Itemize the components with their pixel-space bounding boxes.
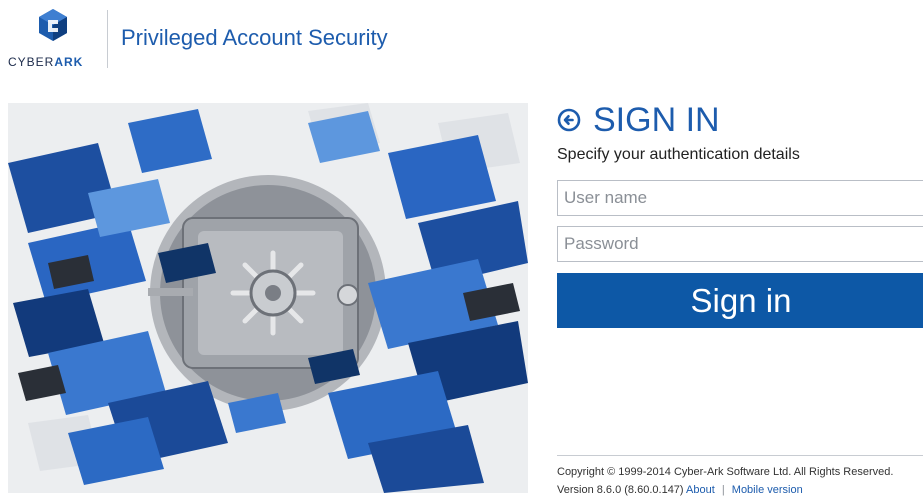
footer-divider xyxy=(557,455,923,456)
password-field[interactable] xyxy=(557,226,923,262)
signin-button-label: Sign in xyxy=(690,281,792,319)
header-divider xyxy=(107,10,108,68)
copyright-text: Copyright © 1999-2014 Cyber-Ark Software… xyxy=(557,466,894,478)
logo-wordmark: CYBERARK xyxy=(8,55,84,69)
signin-subtitle: Specify your authentication details xyxy=(557,146,800,163)
version-row: Version 8.6.0 (8.60.0.147) About | Mobil… xyxy=(557,484,803,496)
username-input[interactable] xyxy=(558,181,923,215)
app-title: Privileged Account Security xyxy=(121,25,388,50)
footer-separator: | xyxy=(721,484,725,496)
page-header: CYBERARK Privileged Account Security xyxy=(0,0,923,80)
mobile-version-link[interactable]: Mobile version xyxy=(732,484,803,496)
signin-button[interactable]: Sign in xyxy=(557,273,923,328)
username-field[interactable] xyxy=(557,180,923,216)
cyberark-logo-mark-icon xyxy=(39,9,67,41)
signin-title: SIGN IN xyxy=(593,101,720,139)
cyberark-logo: CYBERARK xyxy=(8,8,98,72)
vault-hero-image xyxy=(8,103,528,493)
vault-illustration xyxy=(8,103,528,493)
password-input[interactable] xyxy=(558,227,923,261)
about-link[interactable]: About xyxy=(686,484,715,496)
version-text: Version 8.6.0 (8.60.0.147) xyxy=(557,484,684,496)
back-arrow-icon xyxy=(557,108,581,132)
